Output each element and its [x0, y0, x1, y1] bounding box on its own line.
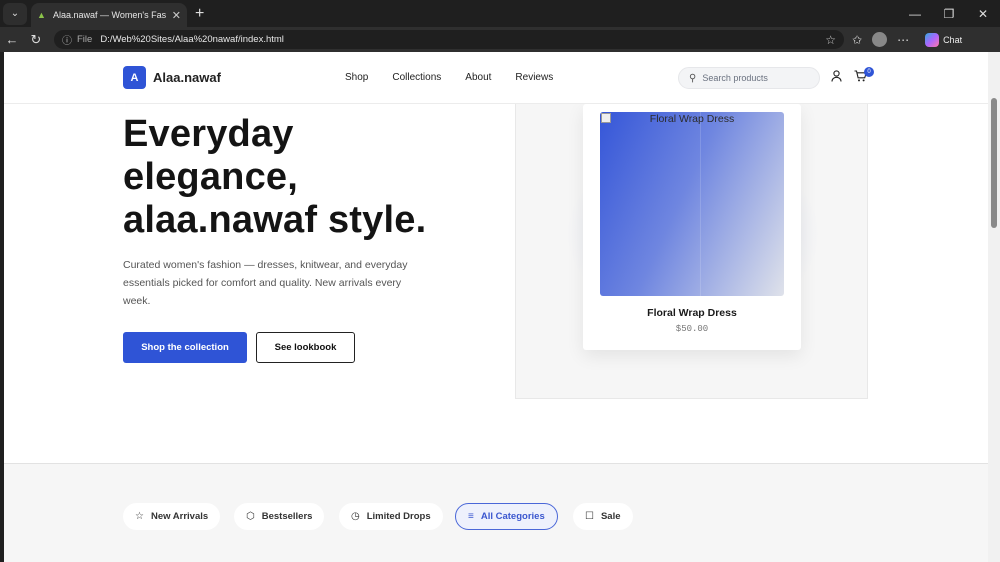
hero-title-line: Everyday: [123, 113, 294, 155]
brand-name: Alaa.nawaf: [153, 70, 221, 85]
nav-link-reviews[interactable]: Reviews: [515, 72, 553, 83]
square-icon: ☐: [585, 511, 594, 522]
hero-title-line: alaa.nawaf style.: [123, 199, 427, 241]
hero-title: Everyday elegance, alaa.nawaf style.: [123, 113, 483, 242]
category-band: ☆ New Arrivals ⬡ Bestsellers ◷ Limited D…: [4, 463, 988, 562]
main-nav: Shop Collections About Reviews: [345, 72, 553, 83]
profile-avatar[interactable]: [872, 32, 888, 47]
close-tab-icon[interactable]: ✕: [172, 9, 181, 22]
product-price: $50.00: [675, 324, 709, 334]
browser-tab[interactable]: ▲ Alaa.nawaf — Women's Fashion St ✕: [31, 3, 187, 27]
image-seam: [700, 112, 701, 296]
category-chip-bestsellers[interactable]: ⬡ Bestsellers: [234, 503, 325, 530]
tab-title: Alaa.nawaf — Women's Fashion St: [53, 10, 166, 20]
nav-link-shop[interactable]: Shop: [345, 72, 368, 83]
search-placeholder: Search products: [702, 73, 768, 83]
page-scrollbar[interactable]: [988, 52, 1000, 562]
search-icon: ⚲: [689, 72, 697, 84]
product-image[interactable]: Floral Wrap Dress: [600, 112, 784, 296]
category-label: New Arrivals: [150, 511, 209, 522]
favorite-star-icon[interactable]: ☆: [825, 33, 836, 47]
list-icon: ≡: [468, 511, 474, 522]
category-label: Sale: [600, 511, 621, 522]
nav-link-about[interactable]: About: [465, 72, 491, 83]
minimize-icon[interactable]: —: [898, 7, 932, 21]
tab-actions-menu-button[interactable]: ⌄: [3, 2, 27, 25]
restore-icon[interactable]: ❐: [932, 7, 966, 21]
hero-subtitle: Curated women's fashion — dresses, knitw…: [123, 259, 408, 307]
category-label: Limited Drops: [366, 511, 431, 522]
shop-collection-button[interactable]: Shop the collection: [123, 332, 247, 363]
url-text[interactable]: D:/Web%20Sites/Alaa%20nawaf/index.html: [100, 34, 825, 45]
browser-tab-bar: ⌄ ▲ Alaa.nawaf — Women's Fashion St ✕ + …: [0, 0, 1000, 27]
category-chip-sale[interactable]: ☐ Sale: [573, 503, 633, 530]
account-icon[interactable]: [831, 70, 842, 85]
category-chip-new-arrivals[interactable]: ☆ New Arrivals: [123, 503, 221, 530]
category-label: All Categories: [480, 511, 545, 522]
hero-title-line: elegance,: [123, 156, 299, 198]
close-window-icon[interactable]: ✕: [966, 7, 1000, 21]
hexagon-icon: ⬡: [246, 511, 255, 522]
brand-mark: A: [123, 66, 146, 89]
site-header: A Alaa.nawaf Shop Collections About Revi…: [4, 52, 988, 104]
category-chip-limited-drops[interactable]: ◷ Limited Drops: [339, 503, 443, 530]
clock-icon: ◷: [351, 511, 360, 522]
more-options-icon[interactable]: ⋯: [897, 33, 909, 47]
page-viewport: A Alaa.nawaf Shop Collections About Revi…: [4, 52, 988, 562]
nav-link-collections[interactable]: Collections: [392, 72, 441, 83]
category-chip-all-categories[interactable]: ≡ All Categories: [455, 503, 558, 530]
chat-label: Chat: [943, 34, 963, 45]
copilot-icon: [925, 32, 940, 47]
product-showcase: Floral Wrap Dress Floral Wrap Dress $50.…: [515, 104, 868, 399]
new-tab-button[interactable]: +: [195, 5, 204, 23]
cart-count-badge: 0: [864, 67, 874, 77]
brand-logo[interactable]: A Alaa.nawaf: [123, 66, 221, 89]
back-icon[interactable]: ←: [0, 32, 24, 47]
product-card[interactable]: Floral Wrap Dress Floral Wrap Dress $50.…: [583, 104, 801, 350]
product-image-alt-text: Floral Wrap Dress: [600, 112, 784, 125]
reload-icon[interactable]: ↻: [24, 32, 48, 48]
favorites-icon[interactable]: ✩: [852, 33, 862, 47]
address-bar[interactable]: ⓘ File D:/Web%20Sites/Alaa%20nawaf/index…: [54, 30, 844, 49]
category-label: Bestsellers: [261, 511, 313, 522]
search-input[interactable]: ⚲ Search products: [678, 67, 820, 89]
site-favicon-icon: ▲: [37, 10, 46, 20]
url-scheme-label: File: [77, 34, 93, 45]
see-lookbook-button[interactable]: See lookbook: [256, 332, 355, 363]
scrollbar-thumb[interactable]: [991, 98, 997, 228]
star-icon: ☆: [135, 511, 144, 522]
info-icon[interactable]: ⓘ: [62, 32, 72, 47]
copilot-chat-button[interactable]: Chat: [925, 32, 963, 47]
window-controls: — ❐ ✕: [898, 0, 1000, 27]
browser-toolbar: ← ↻ ⓘ File D:/Web%20Sites/Alaa%20nawaf/i…: [0, 27, 1000, 52]
product-name: Floral Wrap Dress: [647, 307, 737, 319]
